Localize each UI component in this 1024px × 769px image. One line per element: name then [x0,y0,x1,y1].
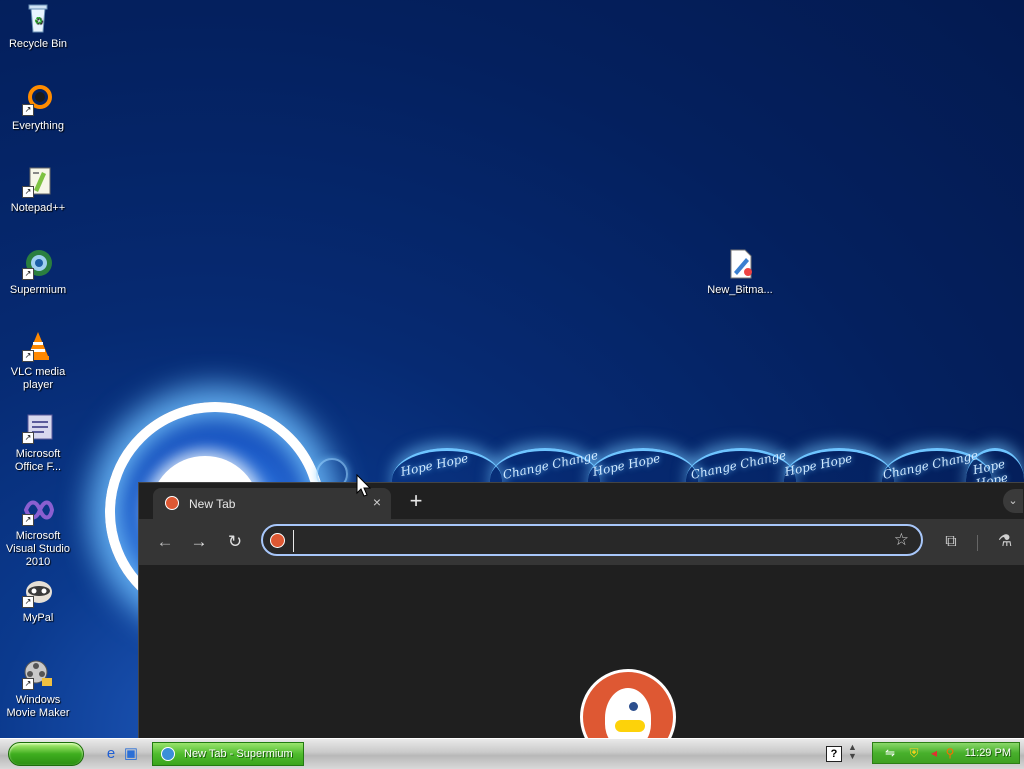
bookmark-star-icon[interactable]: ☆ [894,530,909,550]
desktop-icon-everything[interactable]: ↗ Everything [0,84,76,133]
shortcut-arrow-icon: ↗ [22,678,34,690]
security-shield-icon[interactable]: ⛨ [907,746,921,760]
duck-beak [615,720,645,732]
desktop-icon-notepad-plus-plus[interactable]: ↗ Notepad++ [0,166,76,215]
visual-studio-icon: ↗ [22,494,55,526]
toolbar-divider [977,535,978,551]
office-icon: ↗ [22,412,54,444]
clock[interactable]: 11:29 PM [965,747,1011,759]
system-tray: ⇋ ⛨ ◂ ⚲ 11:29 PM [872,742,1020,764]
desktop-icon-label: New_Bitma... [707,284,773,296]
desktop-icon-label: Supermium [9,284,67,296]
desktop-icon-label: VLC media player [10,366,66,391]
browser-window[interactable]: New Tab × + ⌄ ← → ↻ ☆ ⧉ ⚗ [138,482,1024,739]
shortcut-arrow-icon: ↗ [22,514,34,526]
shortcut-arrow-icon: ↗ [22,104,34,116]
desktop-icon-recycle-bin[interactable]: ♻ Recycle Bin [0,2,76,51]
supermium-icon: ↗ [22,248,54,280]
desktop-icon-label: MyPal [22,612,54,624]
back-arrow-icon[interactable]: ← [153,530,177,554]
shortcut-arrow-icon: ↗ [22,350,34,362]
desktop-icon-office[interactable]: ↗ Microsoft Office F... [0,412,76,474]
labs-flask-icon[interactable]: ⚗ [993,530,1017,554]
desktop-icon-label: Microsoft Office F... [14,448,62,473]
tray-expand-arrow-icon[interactable]: ▲ ▼ [848,743,857,761]
new-tab-button[interactable]: + [403,489,429,515]
duck-eye [629,702,638,711]
desktop-icon-label: Windows Movie Maker [6,694,70,719]
movie-maker-icon: ↗ [22,658,54,690]
search-icon[interactable]: ⚲ [943,746,957,760]
reload-icon[interactable]: ↻ [223,530,247,554]
help-icon[interactable]: ? [826,746,842,762]
network-icon[interactable]: ⇋ [883,746,897,760]
svg-text:♻: ♻ [34,16,43,27]
desktop-icon-label: Recycle Bin [8,38,68,50]
desktop-icon-supermium[interactable]: ↗ Supermium [0,248,76,297]
desktop-icon-new-bitmap[interactable]: New_Bitma... [702,248,778,297]
shortcut-arrow-icon: ↗ [22,432,34,444]
address-bar[interactable]: ☆ [261,524,923,556]
tab-close-icon[interactable]: × [373,494,381,510]
everything-icon: ↗ [22,84,54,116]
forward-arrow-icon[interactable]: → [187,530,211,554]
shortcut-arrow-icon: ↗ [22,186,34,198]
address-input[interactable] [293,530,878,552]
desktop-icon-label: Notepad++ [10,202,66,214]
browser-toolbar: ← → ↻ ☆ ⧉ ⚗ [139,519,1024,565]
tab-title: New Tab [189,497,236,511]
vlc-icon: ↗ [22,330,54,362]
tab-search-chevron-icon[interactable]: ⌄ [1003,489,1023,513]
desktop-icon-movie-maker[interactable]: ↗ Windows Movie Maker [0,658,76,720]
desktop-icon-visual-studio[interactable]: ↗ Microsoft Visual Studio 2010 [0,494,76,569]
tab-strip: New Tab × + ⌄ [139,483,1024,519]
desktop-icon-label: Microsoft Visual Studio 2010 [5,530,70,568]
show-desktop-icon[interactable]: ▣ [122,745,140,763]
duckduckgo-logo-icon [580,669,676,739]
duckduckgo-favicon-icon [165,496,179,510]
shortcut-arrow-icon: ↗ [22,268,34,280]
taskbar: e ▣ New Tab - Supermium ? ▲ ▼ ⇋ ⛨ ◂ ⚲ 11:… [0,738,1024,769]
duckduckgo-favicon-icon [270,533,285,548]
start-button[interactable] [8,742,84,766]
extensions-puzzle-icon[interactable]: ⧉ [939,530,963,554]
desktop-icon-label: Everything [12,120,64,132]
desktop-icon-vlc[interactable]: ↗ VLC media player [0,330,76,392]
bitmap-file-icon [724,248,756,280]
volume-icon[interactable]: ◂ [927,746,941,760]
notepad-plus-plus-icon: ↗ [22,166,54,198]
supermium-icon [161,747,175,761]
mypal-icon: ↗ [22,576,54,608]
desktop-icon-mypal[interactable]: ↗ MyPal [0,576,76,625]
recycle-bin-icon: ♻ [22,2,54,34]
mouse-cursor-icon [356,474,372,497]
taskbar-button-label: New Tab - Supermium [184,748,293,760]
shortcut-arrow-icon: ↗ [22,596,34,608]
taskbar-button-supermium[interactable]: New Tab - Supermium [152,742,304,766]
internet-explorer-icon[interactable]: e [102,745,120,763]
new-tab-page [139,565,1024,739]
